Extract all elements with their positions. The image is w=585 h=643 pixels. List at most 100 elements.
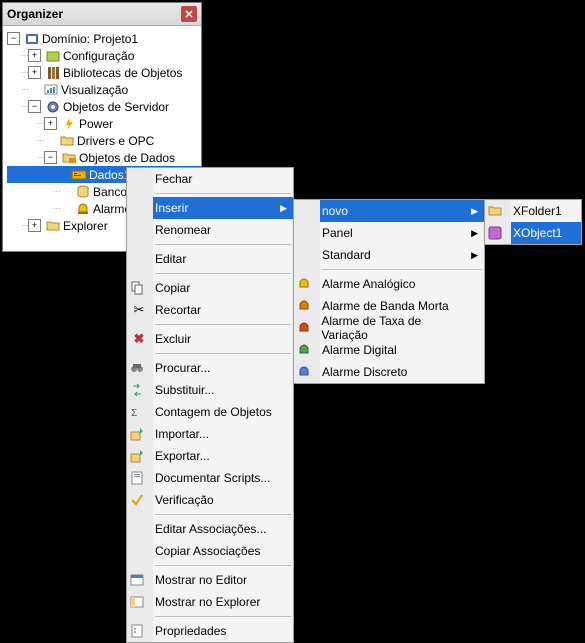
menu-separator (155, 244, 291, 245)
context-menu-3: XFolder1 XObject1 (484, 199, 582, 245)
menu-item-editassoc[interactable]: Editar Associações... (153, 518, 293, 540)
menu-item-standard[interactable]: Standard ▶ (320, 244, 484, 266)
menu-item-renomear[interactable]: Renomear (153, 219, 293, 241)
folder-icon (59, 133, 75, 149)
tree-label: Objetos de Servidor (63, 100, 169, 114)
verification-icon (129, 492, 149, 508)
document-scripts-icon (129, 470, 149, 486)
menu-separator (155, 616, 291, 617)
data-objects-icon (61, 150, 77, 166)
expand-icon[interactable]: + (28, 49, 41, 62)
show-editor-icon (129, 572, 149, 588)
menu-label: Editar Associações... (149, 522, 266, 536)
tree-row[interactable]: ⋯ − Objetos de Dados (7, 149, 201, 166)
menu-label: Alarme Digital (316, 343, 397, 357)
tree-dots: ⋯ (21, 102, 28, 111)
menu-item-substituir[interactable]: Substituir... (153, 379, 293, 401)
menu-item-alarme-taxa[interactable]: Alarme de Taxa de Variação (320, 317, 484, 339)
context-menu-2: novo ▶ Panel ▶ Standard ▶ Alarme Analógi… (293, 199, 485, 384)
menu-item-alarme-analogico[interactable]: Alarme Analógico (320, 273, 484, 295)
tree-label: Drivers e OPC (77, 134, 154, 148)
menu-item-verificacao[interactable]: Verificação (153, 489, 293, 511)
tree-dots: ⋯ (37, 136, 44, 145)
menu-item-docscripts[interactable]: Documentar Scripts... (153, 467, 293, 489)
tree-label: Bibliotecas de Objetos (63, 66, 182, 80)
menu-label: Exportar... (149, 449, 210, 463)
xobject-icon (487, 225, 507, 241)
menu-item-novo[interactable]: novo ▶ (320, 200, 484, 222)
menu-item-copiarassoc[interactable]: Copiar Associações (153, 540, 293, 562)
menu-label: Verificação (149, 493, 214, 507)
alarm-analog-icon (296, 276, 316, 292)
svg-text:Σ: Σ (131, 408, 137, 419)
menu-item-xfolder1[interactable]: XFolder1 (511, 200, 581, 222)
menu-label: Alarme de Taxa de Variação (315, 314, 466, 342)
close-button[interactable]: ✕ (181, 6, 197, 22)
tree-label: Explorer (63, 219, 108, 233)
menu-item-exportar[interactable]: Exportar... (153, 445, 293, 467)
menu-label: XObject1 (507, 226, 562, 240)
menu-item-excluir[interactable]: ✖ Excluir (153, 328, 293, 350)
menu-item-inserir[interactable]: Inserir ▶ (153, 197, 293, 219)
collapse-icon[interactable]: − (28, 100, 41, 113)
menu-label: Importar... (149, 427, 209, 441)
menu-item-editar[interactable]: Editar (153, 248, 293, 270)
menu-label: XFolder1 (507, 204, 562, 218)
delete-icon: ✖ (129, 331, 149, 347)
menu-item-copiar[interactable]: Copiar (153, 277, 293, 299)
menu-label: Alarme Discreto (316, 365, 407, 379)
tree-row[interactable]: ⋯ Visualização (7, 81, 201, 98)
menu-label: Propriedades (149, 624, 226, 638)
tree-row-root[interactable]: − Domínio: Projeto1 (7, 30, 201, 47)
menu-label: Mostrar no Editor (149, 573, 247, 587)
menu-separator (155, 353, 291, 354)
tree-label: Visualização (61, 83, 128, 97)
menu-item-mostrareditor[interactable]: Mostrar no Editor (153, 569, 293, 591)
tree-row[interactable]: ⋯ Drivers e OPC (7, 132, 201, 149)
submenu-arrow-icon: ▶ (471, 228, 478, 239)
menu-item-alarme-digital[interactable]: Alarme Digital (320, 339, 484, 361)
menu-item-mostrarexplorer[interactable]: Mostrar no Explorer (153, 591, 293, 613)
menu-item-fechar[interactable]: Fechar (153, 168, 293, 190)
tree-row[interactable]: ⋯ + Configuração (7, 47, 201, 64)
tree-row[interactable]: ⋯ + Bibliotecas de Objetos (7, 64, 201, 81)
menu-label: Inserir (149, 201, 188, 215)
expand-icon[interactable]: + (28, 66, 41, 79)
collapse-icon[interactable]: − (7, 32, 20, 45)
domain-icon (24, 31, 40, 47)
expand-icon[interactable]: + (44, 117, 57, 130)
data-icon (71, 167, 87, 183)
menu-item-importar[interactable]: Importar... (153, 423, 293, 445)
menu-item-contagem[interactable]: Σ Contagem de Objetos (153, 401, 293, 423)
menu-label: Copiar (149, 281, 190, 295)
properties-icon (129, 623, 149, 639)
export-icon (129, 448, 149, 464)
menu-separator (155, 193, 291, 194)
menu-item-propriedades[interactable]: Propriedades (153, 620, 293, 642)
server-objects-icon (45, 99, 61, 115)
tree-row[interactable]: ⋯ − Objetos de Servidor (7, 98, 201, 115)
menu-item-alarme-discreto[interactable]: Alarme Discreto (320, 361, 484, 383)
explorer-icon (45, 218, 61, 234)
count-icon: Σ (129, 404, 149, 420)
menu-separator (155, 565, 291, 566)
tree-row[interactable]: ⋯ + Power (7, 115, 201, 132)
tree-label: Objetos de Dados (79, 151, 175, 165)
menu-label: Alarme Analógico (316, 277, 415, 291)
menu-item-procurar[interactable]: Procurar... (153, 357, 293, 379)
collapse-icon[interactable]: − (44, 151, 57, 164)
tree-dots: ⋯ (53, 187, 60, 196)
replace-icon (129, 382, 149, 398)
menu-item-panel[interactable]: Panel ▶ (320, 222, 484, 244)
menu-separator (155, 273, 291, 274)
menu-label: Mostrar no Explorer (149, 595, 260, 609)
menu-item-xobject1[interactable]: XObject1 (511, 222, 581, 244)
expand-icon[interactable]: + (28, 219, 41, 232)
tree-dots: ⋯ (53, 204, 60, 213)
show-explorer-icon (129, 594, 149, 610)
menu-label: novo (316, 204, 348, 218)
menu-label: Renomear (149, 223, 211, 237)
menu-separator (155, 514, 291, 515)
alarm-rate-icon (296, 320, 315, 336)
menu-item-recortar[interactable]: ✂ Recortar (153, 299, 293, 321)
